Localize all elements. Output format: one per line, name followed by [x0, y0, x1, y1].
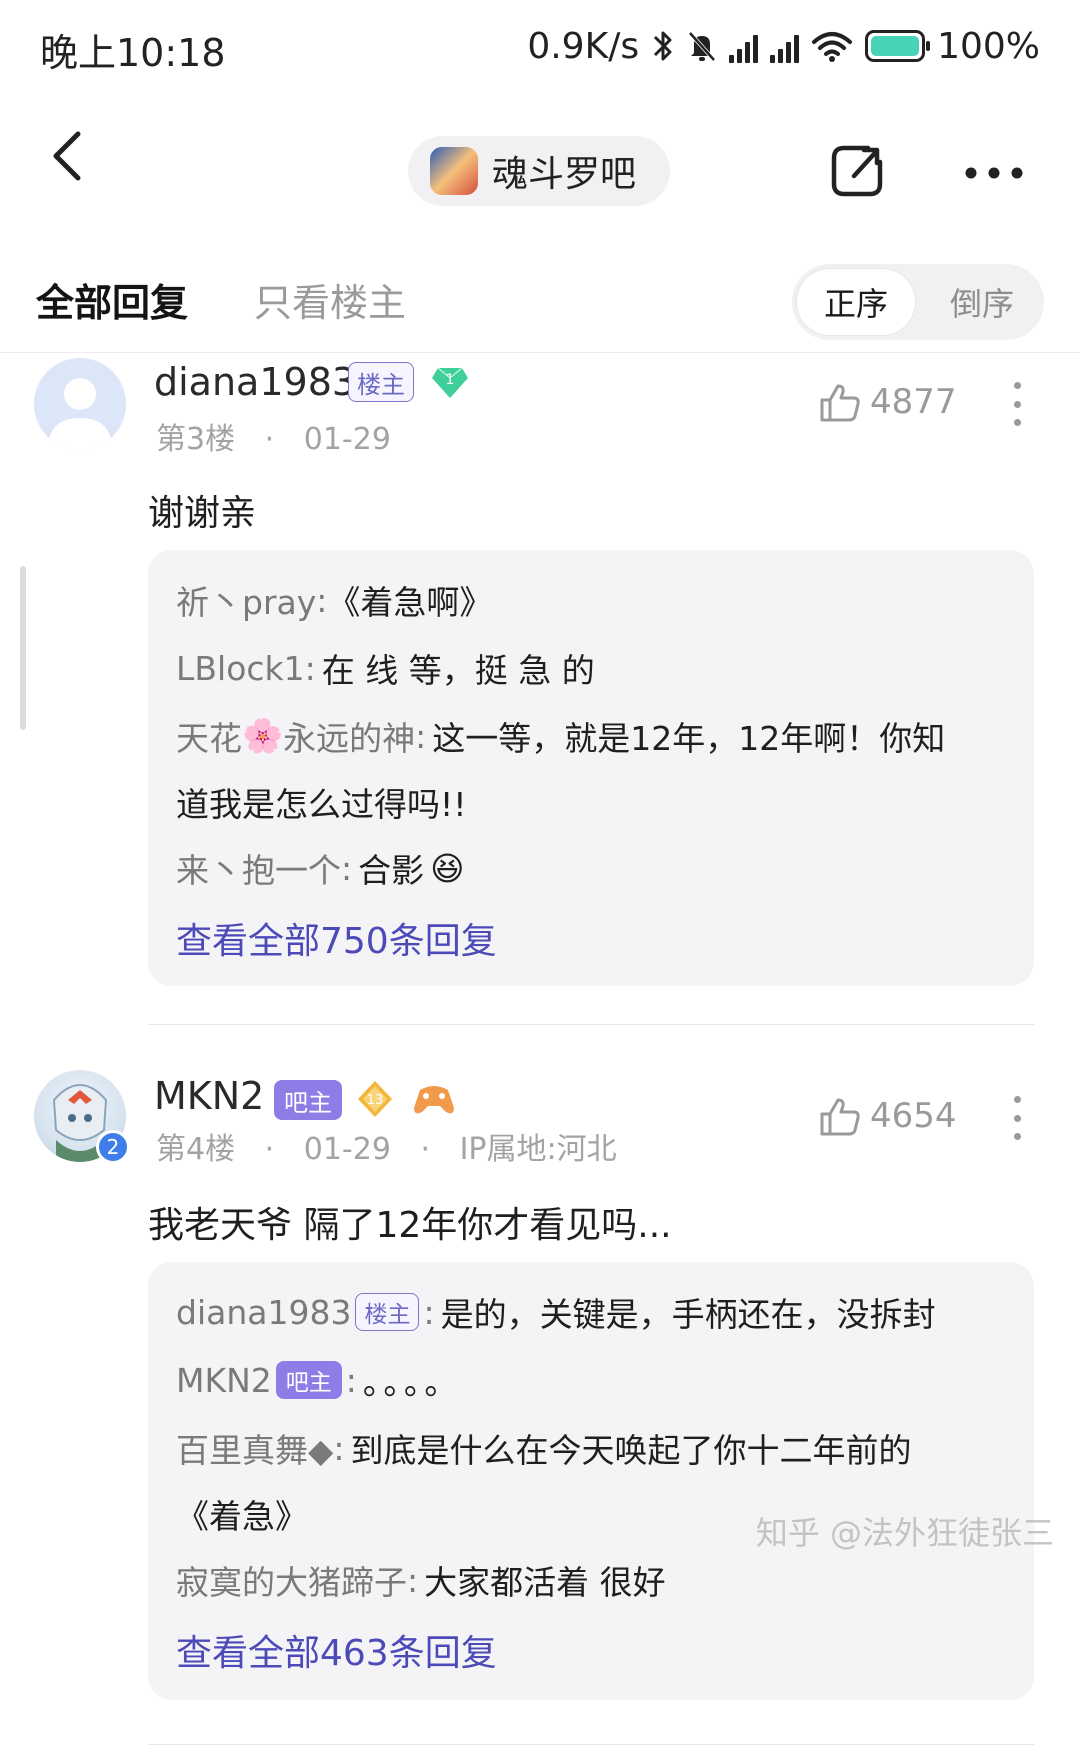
tab-all-replies[interactable]: 全部回复 [36, 272, 188, 327]
thumbs-up-icon [820, 384, 860, 422]
like-button[interactable]: 4877 [818, 380, 957, 424]
reply-text: 到底是什么在今天唤起了你十二年前的 [350, 1431, 912, 1470]
reply-user[interactable]: MKN2 [176, 1361, 272, 1400]
battery-icon [865, 30, 931, 62]
post-user-name[interactable]: MKN2 [154, 1074, 264, 1118]
like-count: 4877 [870, 382, 957, 422]
svg-text:13: 13 [367, 1093, 384, 1108]
view-all-replies-link[interactable]: 查看全部750条回复 [176, 912, 497, 964]
post-meta: 第4楼 · 01-29 · IP属地:河北 [156, 1124, 617, 1168]
wifi-icon [812, 32, 853, 62]
post-menu-icon[interactable] [1012, 382, 1022, 426]
tab-owner-only[interactable]: 只看楼主 [254, 272, 406, 327]
status-bar-right: 0.9K/s 100% [527, 22, 1040, 70]
order-asc-button[interactable]: 正序 [796, 268, 916, 336]
signal-icon [770, 29, 800, 63]
order-toggle: 正序 倒序 [792, 264, 1044, 340]
reply-text: 。。。。 [362, 1363, 462, 1402]
divider [0, 352, 1080, 353]
avatar-level-badge: 2 [96, 1130, 130, 1164]
avatar[interactable] [34, 358, 126, 450]
reply-text: 合影 [358, 851, 425, 890]
forum-name: 魂斗罗吧 [492, 154, 637, 195]
forum-avatar [430, 147, 478, 195]
reply-text: 在 线 等，挺 急 的 [321, 651, 595, 690]
reply-preview-box: 祈丶pray: 《着急啊》 LBlock1: 在 线 等，挺 急 的 天花 🌸 永远的神… [148, 550, 1034, 986]
ip-location: IP属地:河北 [459, 1132, 617, 1167]
signal-icon [729, 29, 759, 63]
like-count: 4654 [870, 1096, 957, 1136]
mute-icon [688, 31, 716, 62]
post-meta: 第3楼 · 01-29 [156, 414, 391, 458]
owner-badge: 楼主 [348, 362, 414, 402]
reply-text: 《着急啊》 [327, 583, 493, 622]
like-button[interactable]: 4654 [818, 1094, 957, 1138]
bluetooth-icon [654, 31, 672, 61]
reply-line: diana1983 楼主: 是的，关键是，手柄还在，没拆封 [176, 1288, 936, 1336]
thumbs-up-icon [820, 1098, 860, 1136]
scroll-indicator[interactable] [20, 566, 26, 730]
back-icon[interactable] [44, 128, 94, 184]
order-desc-button[interactable]: 倒序 [924, 268, 1040, 336]
reply-user[interactable]: 祈丶pray [176, 576, 316, 624]
floor-label: 第4楼 [156, 1132, 236, 1167]
post-date: 01-29 [303, 422, 391, 457]
laugh-emoji: 😆 [430, 848, 465, 888]
reply-user[interactable]: 寂寞的大猪蹄子 [176, 1556, 407, 1604]
reply-line: LBlock1: 在 线 等，挺 急 的 [176, 644, 595, 692]
reply-text: 大家都活着 很好 [424, 1563, 666, 1602]
level-gold-icon: 13 [358, 1081, 392, 1117]
reply-line-continued: 《着急》 [176, 1490, 308, 1538]
reply-user[interactable]: 天花 [176, 712, 242, 760]
svg-text:1: 1 [446, 372, 455, 388]
watermark: 知乎 @法外狂徒张三 [755, 1514, 1054, 1552]
admin-badge: 吧主 [274, 1080, 342, 1120]
reply-text: 道我是怎么过得吗!! [176, 785, 467, 824]
battery-percent: 100% [937, 25, 1040, 67]
reply-line-continued: 道我是怎么过得吗!! [176, 778, 466, 826]
reply-line: 来丶抱一个: 合影 😆 [176, 844, 465, 892]
reply-line: 寂寞的大猪蹄子: 大家都活着 很好 [176, 1556, 666, 1604]
share-icon[interactable] [828, 142, 886, 200]
reply-user[interactable]: 百里真舞◆ [176, 1424, 333, 1472]
divider [148, 1024, 1034, 1025]
post-date: 01-29 [303, 1132, 391, 1167]
divider [148, 1744, 1034, 1745]
more-icon[interactable] [964, 166, 1024, 180]
meta-separator: · [264, 422, 275, 457]
post-user-name[interactable]: diana1983 [154, 360, 356, 404]
reply-user[interactable]: LBlock1 [176, 649, 305, 688]
forum-title-pill[interactable]: 魂斗罗吧 [408, 136, 670, 206]
floor-label: 第3楼 [156, 422, 236, 457]
network-speed: 0.9K/s [527, 25, 640, 67]
reply-user[interactable]: 来丶抱一个 [176, 844, 341, 892]
level-gem-icon: 1 [432, 367, 468, 398]
reply-line: 百里真舞◆: 到底是什么在今天唤起了你十二年前的 [176, 1424, 912, 1472]
status-time: 晚上10:18 [40, 31, 226, 75]
reply-line: 天花 🌸 永远的神: 这一等，就是12年，12年啊！你知 [176, 712, 945, 760]
reply-text: 这一等，就是12年，12年啊！你知 [432, 719, 946, 758]
gamepad-icon [414, 1086, 454, 1114]
admin-badge: 吧主 [275, 1361, 342, 1399]
post-menu-icon[interactable] [1012, 1096, 1022, 1140]
post-content: 我老天爷 隔了12年你才看见吗... [148, 1205, 672, 1246]
owner-badge: 楼主 [355, 1293, 420, 1331]
reply-text: 是的，关键是，手柄还在，没拆封 [440, 1295, 936, 1334]
reply-line: 祈丶pray: 《着急啊》 [176, 576, 492, 624]
user-default-icon [48, 378, 112, 450]
reply-text: 《着急》 [176, 1497, 308, 1536]
view-all-replies-link[interactable]: 查看全部463条回复 [176, 1624, 497, 1676]
post-content: 谢谢亲 [148, 493, 257, 534]
reply-line: MKN2 吧主: 。。。。 [176, 1356, 461, 1404]
meta-separator: · [264, 1132, 275, 1167]
meta-separator: · [420, 1132, 431, 1167]
reply-user[interactable]: diana1983 [176, 1293, 351, 1332]
flower-emoji: 🌸 [242, 716, 284, 755]
reply-preview-box: diana1983 楼主: 是的，关键是，手柄还在，没拆封 MKN2 吧主: 。… [148, 1262, 1034, 1700]
